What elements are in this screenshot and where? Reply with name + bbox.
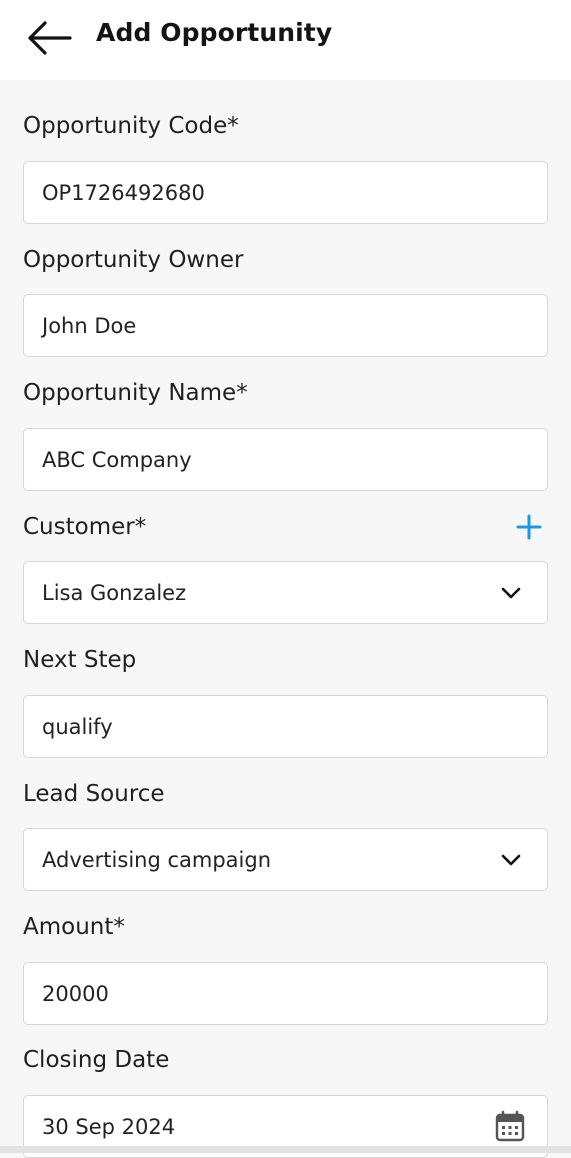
chevron-down-icon (501, 854, 521, 866)
customer-select[interactable]: Lisa Gonzalez (23, 561, 548, 624)
lead-source-value: Advertising campaign (42, 847, 272, 872)
amount-label: Amount* (23, 914, 125, 940)
opportunity-code-field: Opportunity Code* OP1726492680 (23, 113, 548, 224)
page-title: Add Opportunity (96, 18, 333, 47)
lead-source-select[interactable]: Advertising campaign (23, 828, 548, 891)
opportunity-name-field: Opportunity Name* ABC Company (23, 380, 548, 491)
plus-icon[interactable] (514, 512, 544, 542)
app-header: Add Opportunity (0, 0, 571, 80)
lead-source-field: Lead Source Advertising campaign (23, 781, 548, 891)
calendar-icon[interactable] (495, 1110, 525, 1142)
back-button[interactable] (26, 19, 74, 57)
next-step-label: Next Step (23, 647, 137, 673)
lead-source-label: Lead Source (23, 781, 165, 807)
opportunity-code-value: OP1726492680 (42, 180, 205, 205)
chevron-down-icon (501, 587, 521, 599)
opportunity-owner-input[interactable]: John Doe (23, 294, 548, 357)
arrow-left-icon[interactable] (26, 20, 72, 56)
opportunity-name-label: Opportunity Name* (23, 380, 248, 406)
opportunity-name-input[interactable]: ABC Company (23, 428, 548, 491)
opportunity-owner-value: John Doe (42, 313, 137, 338)
opportunity-owner-field: Opportunity Owner John Doe (23, 247, 548, 357)
next-step-value: qualify (42, 714, 113, 739)
opportunity-code-input[interactable]: OP1726492680 (23, 161, 548, 224)
amount-field: Amount* 20000 (23, 914, 548, 1025)
closing-date-field: Closing Date 30 Sep 2024 (23, 1047, 548, 1158)
opportunity-code-label: Opportunity Code* (23, 113, 239, 139)
next-step-input[interactable]: qualify (23, 695, 548, 758)
next-step-field: Next Step qualify (23, 647, 548, 758)
opportunity-name-value: ABC Company (42, 447, 192, 472)
add-customer-button[interactable] (514, 512, 544, 542)
amount-value: 20000 (42, 981, 109, 1006)
customer-field: Customer* Lisa Gonzalez (23, 512, 548, 624)
customer-label: Customer* (23, 514, 147, 540)
amount-input[interactable]: 20000 (23, 962, 548, 1025)
customer-value: Lisa Gonzalez (42, 580, 187, 605)
closing-date-label: Closing Date (23, 1047, 170, 1073)
closing-date-value: 30 Sep 2024 (42, 1114, 176, 1139)
opportunity-owner-label: Opportunity Owner (23, 247, 244, 273)
bottom-edge (0, 1146, 571, 1153)
